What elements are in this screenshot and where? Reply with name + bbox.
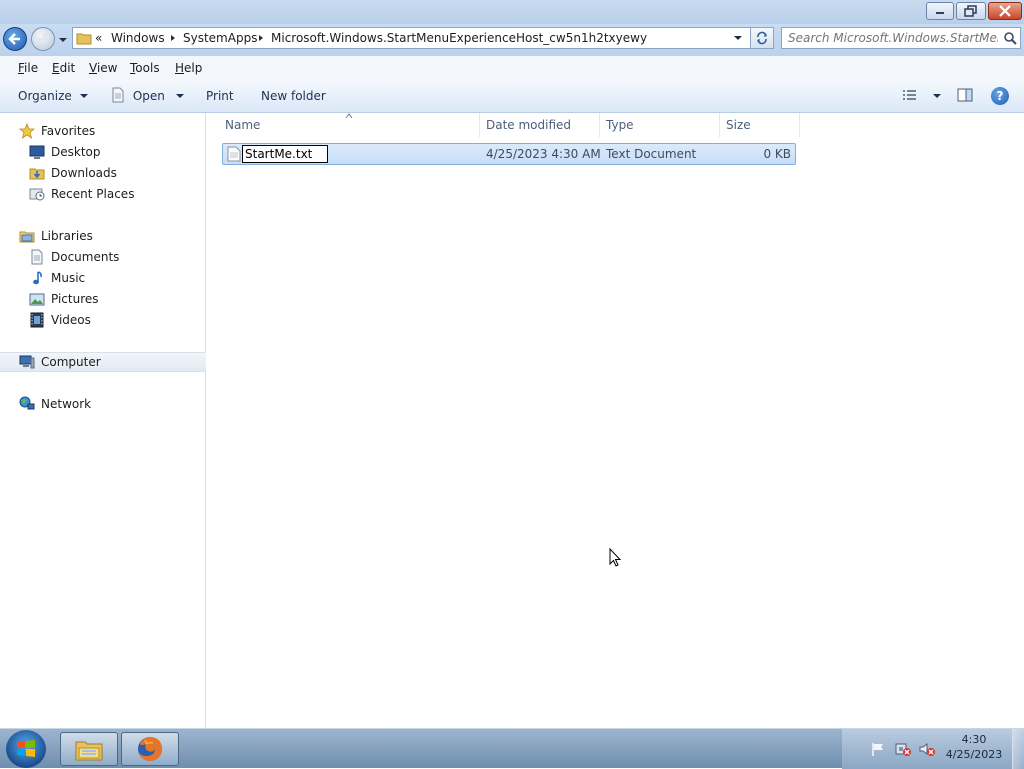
computer-icon: [19, 355, 35, 369]
forward-arrow-icon: [38, 33, 50, 45]
chevron-down-icon: [932, 94, 941, 98]
libraries-icon: [19, 231, 35, 243]
menu-view[interactable]: View: [89, 56, 117, 80]
refresh-button[interactable]: [750, 27, 774, 49]
windows-logo-icon: [17, 740, 35, 757]
breadcrumb-current-folder[interactable]: Microsoft.Windows.StartMenuExperienceHos…: [271, 28, 647, 48]
chevron-down-icon: [79, 94, 88, 98]
nav-music[interactable]: Music: [0, 268, 235, 288]
network-icon: [19, 396, 35, 410]
music-note-icon: [33, 271, 42, 285]
recent-pages-dropdown[interactable]: [57, 34, 69, 44]
firefox-icon: [138, 737, 162, 761]
menu-edit[interactable]: Edit: [52, 56, 75, 80]
search-box[interactable]: [781, 27, 1021, 49]
taskbar: 4:30 4/25/2023: [0, 728, 1024, 769]
title-bar: [0, 0, 1024, 24]
forward-button[interactable]: [31, 27, 55, 51]
search-icon[interactable]: [1003, 31, 1017, 45]
downloads-folder-icon: [29, 168, 45, 180]
system-clock[interactable]: 4:30 4/25/2023: [944, 733, 1004, 761]
column-header-date-modified[interactable]: Date modified: [480, 113, 600, 137]
address-bar[interactable]: « Windows SystemApps Microsoft.Windows.S…: [72, 27, 774, 49]
nav-pictures[interactable]: Pictures: [0, 289, 235, 309]
menu-help[interactable]: Help: [175, 56, 202, 80]
recent-places-icon: [29, 188, 45, 201]
clock-time: 4:30: [961, 733, 987, 746]
nav-computer[interactable]: Computer: [0, 352, 206, 372]
desktop-icon: [29, 145, 45, 159]
address-dropdown-icon[interactable]: [733, 34, 743, 42]
chevron-down-icon: [175, 94, 184, 98]
address-overflow[interactable]: «: [95, 28, 102, 48]
volume-muted-icon[interactable]: [918, 741, 936, 757]
restore-button[interactable]: [956, 2, 986, 20]
text-document-icon: [227, 146, 241, 162]
nav-favorites[interactable]: Favorites: [0, 121, 225, 141]
breadcrumb-separator-icon[interactable]: [169, 34, 177, 42]
column-header-name[interactable]: Name: [219, 113, 480, 137]
preview-pane-icon: [957, 88, 973, 102]
breadcrumb-systemapps[interactable]: SystemApps: [183, 28, 257, 48]
power-status-icon[interactable]: [894, 741, 912, 757]
file-date-modified: 4/25/2023 4:30 AM: [486, 147, 601, 161]
navigation-pane: Favorites Desktop Downloads Recent Place…: [0, 113, 206, 728]
mouse-cursor-icon: [609, 548, 622, 567]
refresh-icon: [757, 31, 767, 45]
print-button[interactable]: Print: [206, 80, 234, 112]
star-icon: [19, 123, 35, 139]
search-input[interactable]: [788, 28, 998, 48]
rename-input[interactable]: [242, 145, 328, 163]
minimize-button[interactable]: [926, 2, 954, 20]
start-button[interactable]: [6, 730, 46, 768]
nav-libraries[interactable]: Libraries: [0, 226, 225, 246]
action-center-flag-icon[interactable]: [870, 741, 886, 757]
menu-file[interactable]: File: [18, 56, 38, 80]
close-button[interactable]: [988, 2, 1022, 20]
file-size: 0 KB: [763, 147, 791, 161]
preview-pane-button[interactable]: [957, 80, 973, 112]
nav-videos[interactable]: Videos: [0, 310, 235, 330]
documents-icon: [31, 249, 43, 265]
taskbar-explorer-button[interactable]: [60, 732, 118, 766]
help-icon[interactable]: ?: [991, 87, 1009, 105]
notification-area: 4:30 4/25/2023: [842, 729, 1024, 769]
clock-date: 4/25/2023: [945, 748, 1003, 761]
organize-button[interactable]: Organize: [18, 80, 89, 112]
document-icon: [112, 87, 124, 103]
view-list-icon: [903, 90, 916, 100]
change-view-button[interactable]: [902, 80, 942, 112]
menu-bar: File Edit View Tools Help: [0, 56, 1024, 81]
show-desktop-button[interactable]: [1012, 729, 1024, 769]
restore-icon: [964, 5, 977, 17]
taskbar-firefox-button[interactable]: [121, 732, 179, 766]
folder-icon: [76, 33, 92, 45]
back-button[interactable]: [3, 27, 27, 51]
nav-recent-places[interactable]: Recent Places: [0, 184, 235, 204]
minimize-icon: [936, 12, 944, 14]
nav-documents[interactable]: Documents: [0, 247, 235, 267]
breadcrumb-separator-icon[interactable]: [257, 34, 265, 42]
sort-ascending-icon: [345, 113, 353, 119]
file-type: Text Document: [606, 147, 697, 161]
nav-desktop[interactable]: Desktop: [0, 142, 235, 162]
menu-tools[interactable]: Tools: [130, 56, 160, 80]
pictures-icon: [29, 293, 45, 306]
nav-downloads[interactable]: Downloads: [0, 163, 235, 183]
file-row[interactable]: 4/25/2023 4:30 AM Text Document 0 KB: [222, 143, 796, 165]
chevron-down-icon: [59, 38, 67, 42]
command-bar: Organize Open Print New folder ?: [0, 80, 1024, 113]
videos-icon: [30, 312, 44, 328]
column-header-type[interactable]: Type: [600, 113, 720, 137]
back-arrow-icon: [8, 33, 20, 45]
open-button[interactable]: Open: [110, 80, 185, 112]
column-header-size[interactable]: Size: [720, 113, 800, 137]
breadcrumb-windows[interactable]: Windows: [111, 28, 165, 48]
close-icon: [999, 5, 1011, 17]
new-folder-button[interactable]: New folder: [261, 80, 326, 112]
nav-network[interactable]: Network: [0, 394, 225, 414]
explorer-folder-icon: [75, 741, 103, 761]
